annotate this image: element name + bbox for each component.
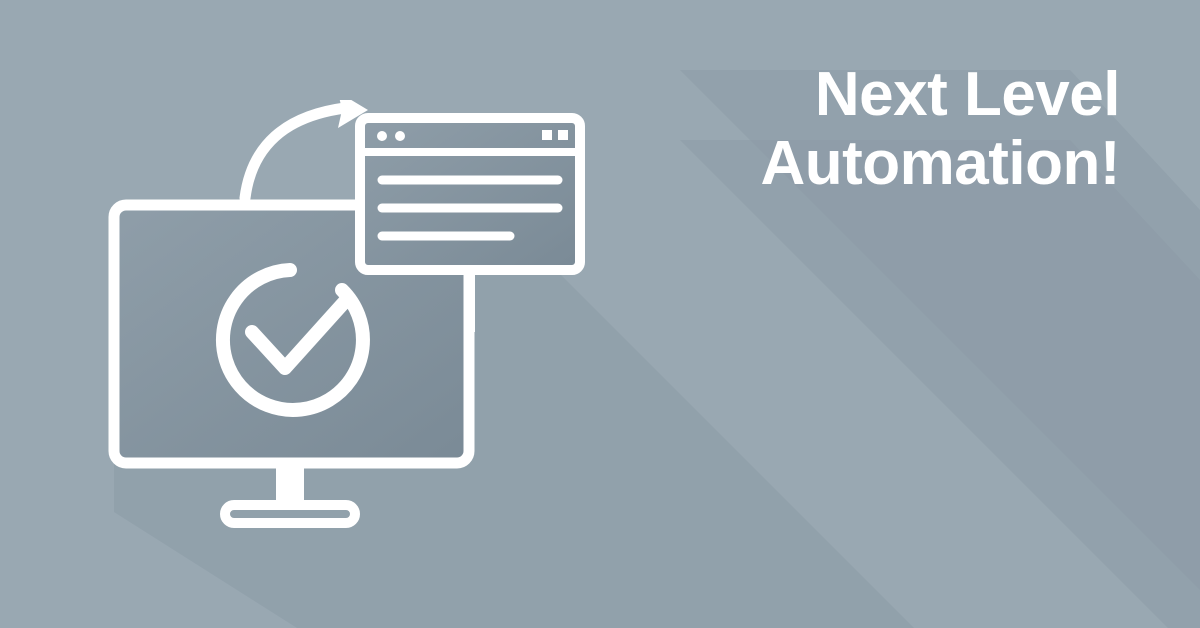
arrow-icon [245,100,368,198]
headline-line2: Automation! [760,129,1120,198]
automation-illustration [90,100,590,540]
headline-line1: Next Level [760,60,1120,129]
browser-window-icon [360,118,580,270]
headline: Next Level Automation! [760,60,1120,199]
